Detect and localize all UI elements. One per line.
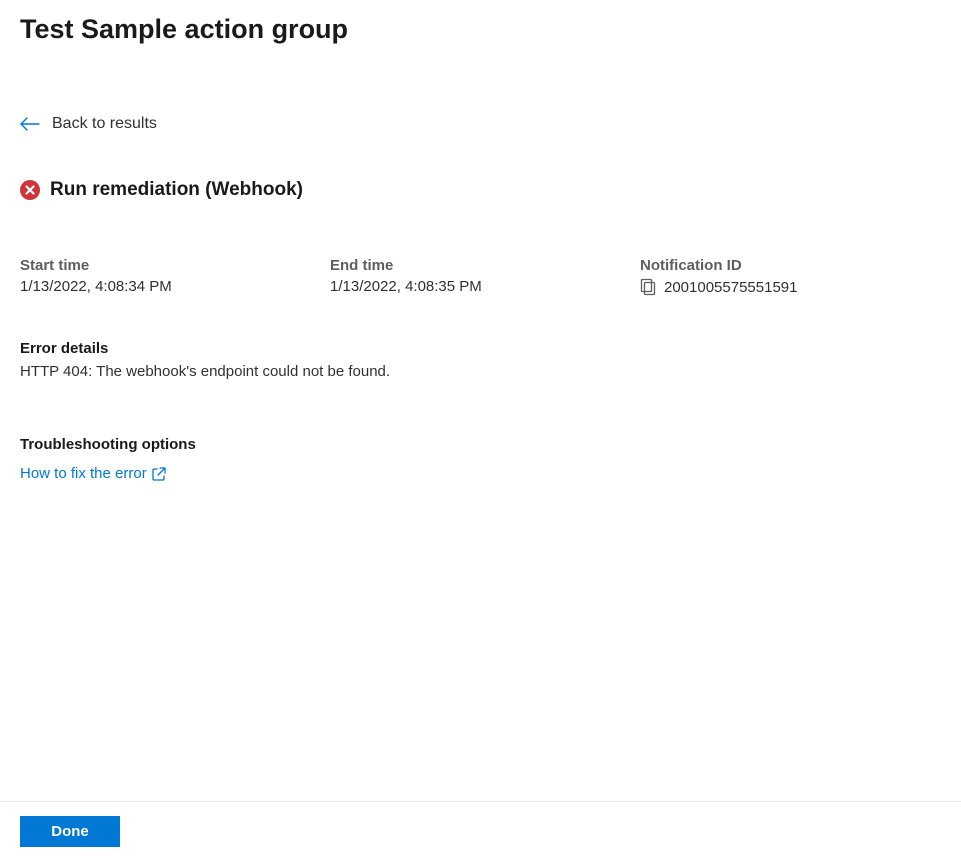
status-title: Run remediation (Webhook)	[50, 179, 303, 201]
error-details-message: HTTP 404: The webhook's endpoint could n…	[20, 363, 941, 380]
end-time-value: 1/13/2022, 4:08:35 PM	[330, 278, 640, 295]
end-time-label: End time	[330, 257, 640, 274]
error-circle-icon	[20, 180, 40, 200]
back-to-results-link[interactable]: Back to results	[20, 115, 157, 133]
how-to-fix-link[interactable]: How to fix the error	[20, 465, 167, 482]
details-grid: Start time 1/13/2022, 4:08:34 PM End tim…	[20, 257, 941, 296]
start-time-value: 1/13/2022, 4:08:34 PM	[20, 278, 330, 295]
notification-id-value: 2001005575551591	[664, 279, 797, 296]
notification-id-block: Notification ID 2001005575551591	[640, 257, 797, 296]
how-to-fix-label: How to fix the error	[20, 465, 147, 482]
copy-icon[interactable]	[640, 278, 656, 296]
page-title: Test Sample action group	[20, 14, 941, 45]
start-time-label: Start time	[20, 257, 330, 274]
status-header: Run remediation (Webhook)	[20, 179, 941, 201]
footer-bar: Done	[0, 801, 961, 857]
error-details-header: Error details	[20, 340, 941, 357]
external-link-icon	[151, 466, 167, 482]
arrow-left-icon	[20, 117, 40, 131]
back-to-results-label: Back to results	[52, 115, 157, 133]
done-button[interactable]: Done	[20, 816, 120, 847]
start-time-block: Start time 1/13/2022, 4:08:34 PM	[20, 257, 330, 296]
troubleshooting-header: Troubleshooting options	[20, 436, 941, 453]
notification-id-label: Notification ID	[640, 257, 797, 274]
end-time-block: End time 1/13/2022, 4:08:35 PM	[330, 257, 640, 296]
